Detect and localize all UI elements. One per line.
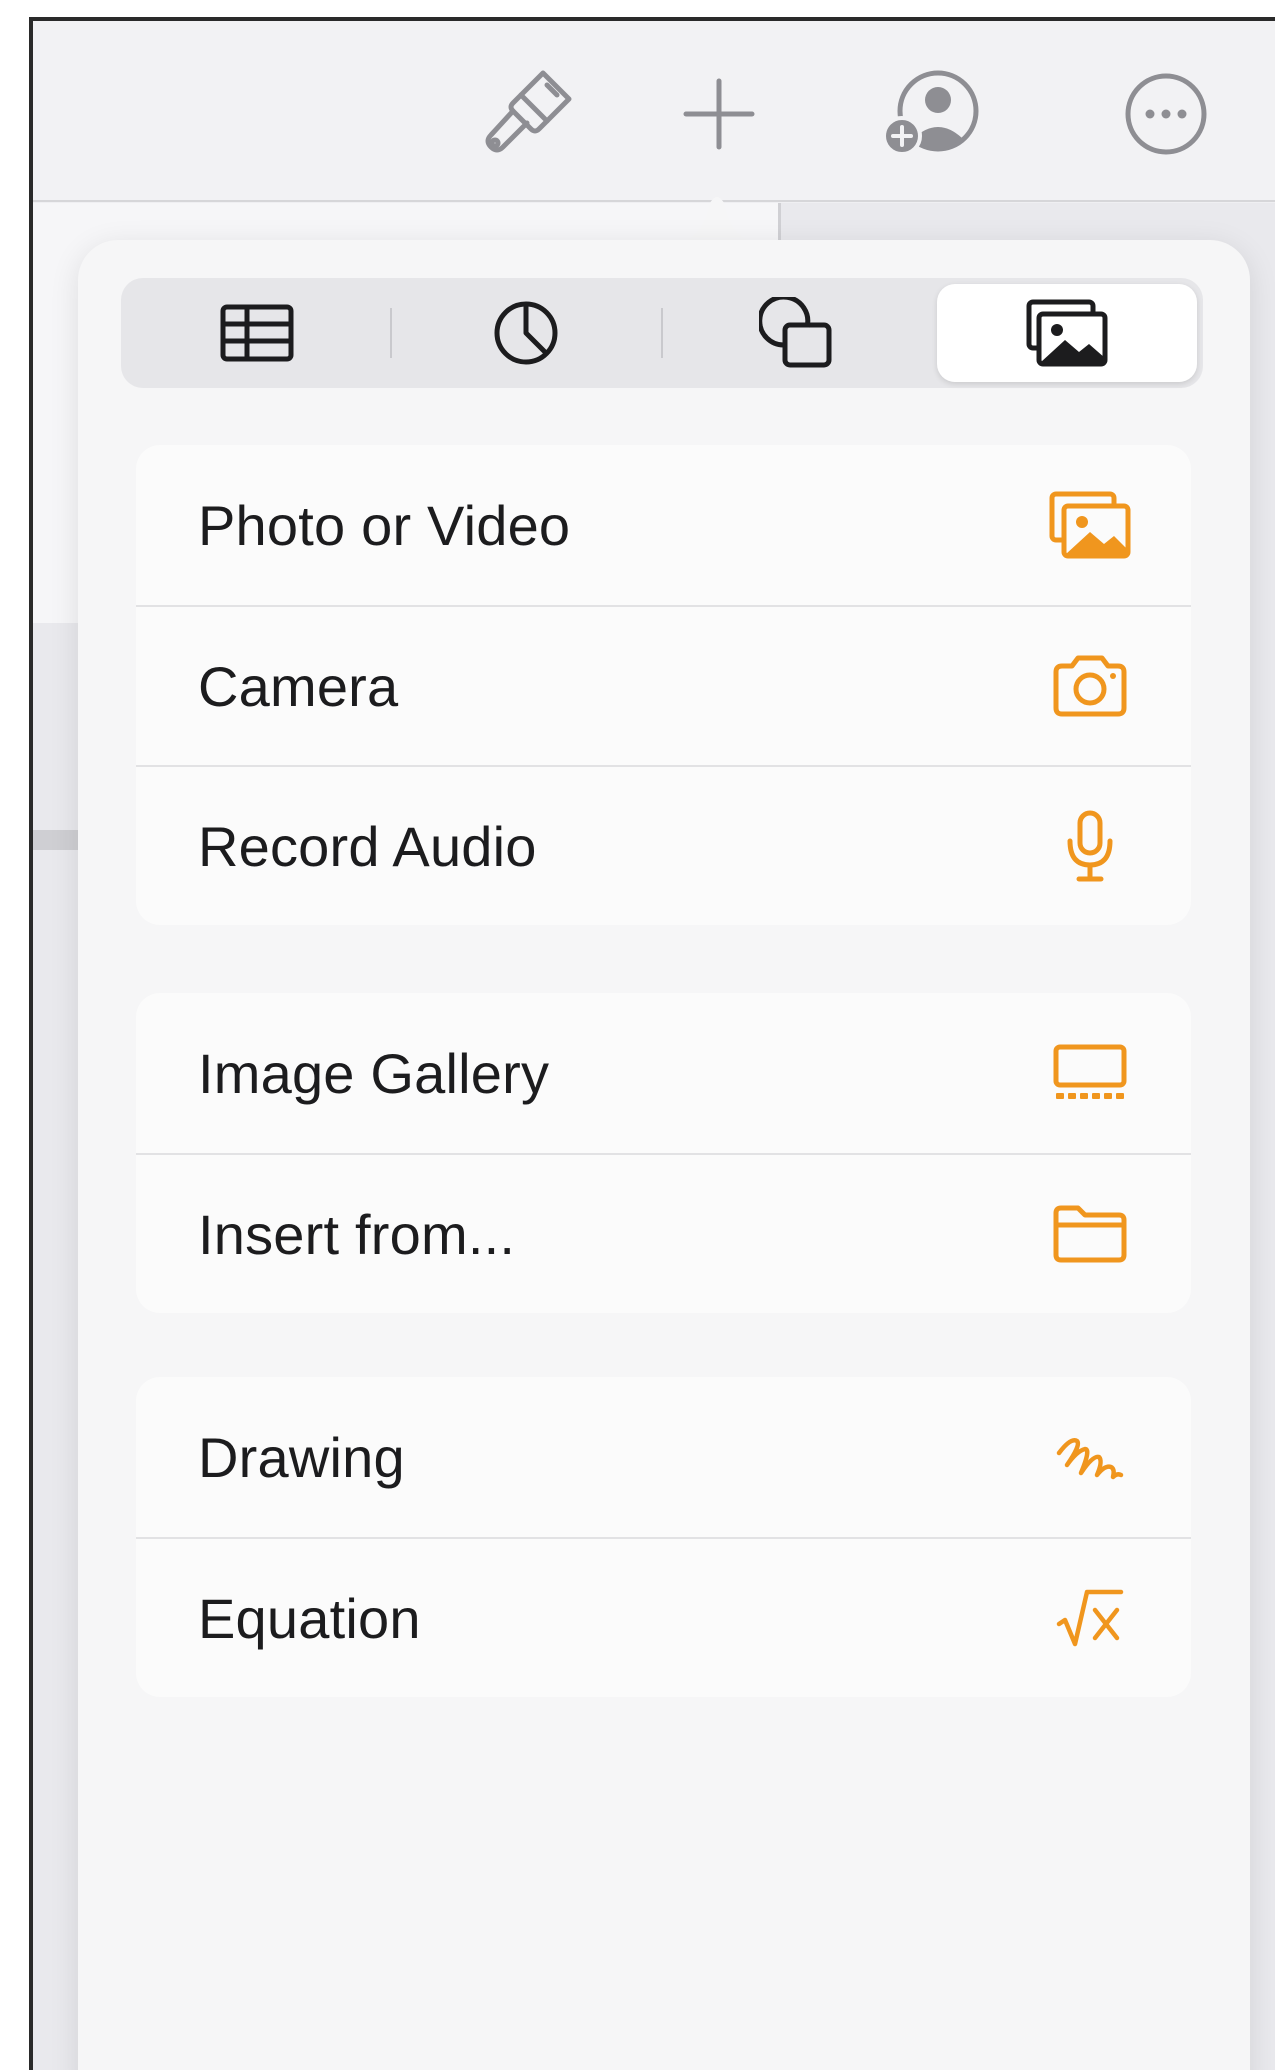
chart-icon [494, 301, 558, 365]
camera-icon [1053, 655, 1127, 717]
menu-group-create: Drawing Equation [136, 1377, 1191, 1697]
menu-item-label: Drawing [198, 1425, 405, 1489]
menu-item-photo-or-video[interactable]: Photo or Video [136, 445, 1191, 605]
folder-icon [1053, 1205, 1127, 1263]
menu-item-equation[interactable]: Equation [136, 1537, 1191, 1697]
image-gallery-icon [1053, 1044, 1127, 1099]
segment-media[interactable] [937, 284, 1197, 382]
menu-item-label: Image Gallery [198, 1041, 550, 1105]
menu-item-image-gallery[interactable]: Image Gallery [136, 993, 1191, 1153]
menu-item-camera[interactable]: Camera [136, 605, 1191, 765]
equation-icon [1056, 1589, 1124, 1647]
media-icon [1026, 299, 1108, 367]
paintbrush-icon[interactable] [473, 61, 583, 171]
segment-table[interactable] [127, 284, 387, 382]
insert-category-segmented-control [121, 278, 1203, 388]
toolbar [33, 21, 1275, 202]
popover-arrow [672, 197, 762, 243]
shapes-icon [759, 297, 832, 368]
menu-item-label: Camera [198, 654, 399, 718]
segment-chart[interactable] [396, 284, 656, 382]
menu-group-media: Photo or Video Camera Record Audio [136, 445, 1191, 925]
plus-icon[interactable] [678, 73, 760, 155]
menu-item-label: Record Audio [198, 814, 537, 878]
segment-separator [661, 308, 663, 358]
drawing-icon [1056, 1438, 1124, 1480]
insert-popover: Photo or Video Camera Record Audio Image… [78, 240, 1250, 2070]
menu-item-label: Photo or Video [198, 493, 571, 557]
menu-item-record-audio[interactable]: Record Audio [136, 765, 1191, 925]
table-icon [220, 304, 294, 362]
segment-separator [390, 308, 392, 358]
menu-group-insert: Image Gallery Insert from... [136, 993, 1191, 1313]
photo-icon [1049, 491, 1131, 559]
menu-item-insert-from[interactable]: Insert from... [136, 1153, 1191, 1313]
segment-shapes[interactable] [667, 284, 927, 382]
add-collaborator-icon[interactable] [878, 66, 988, 166]
menu-item-drawing[interactable]: Drawing [136, 1377, 1191, 1537]
screen: Photo or Video Camera Record Audio Image… [0, 0, 1275, 2070]
more-icon[interactable] [1123, 71, 1209, 157]
menu-item-label: Insert from... [198, 1202, 516, 1266]
microphone-icon [1067, 810, 1113, 882]
menu-item-label: Equation [198, 1586, 421, 1650]
